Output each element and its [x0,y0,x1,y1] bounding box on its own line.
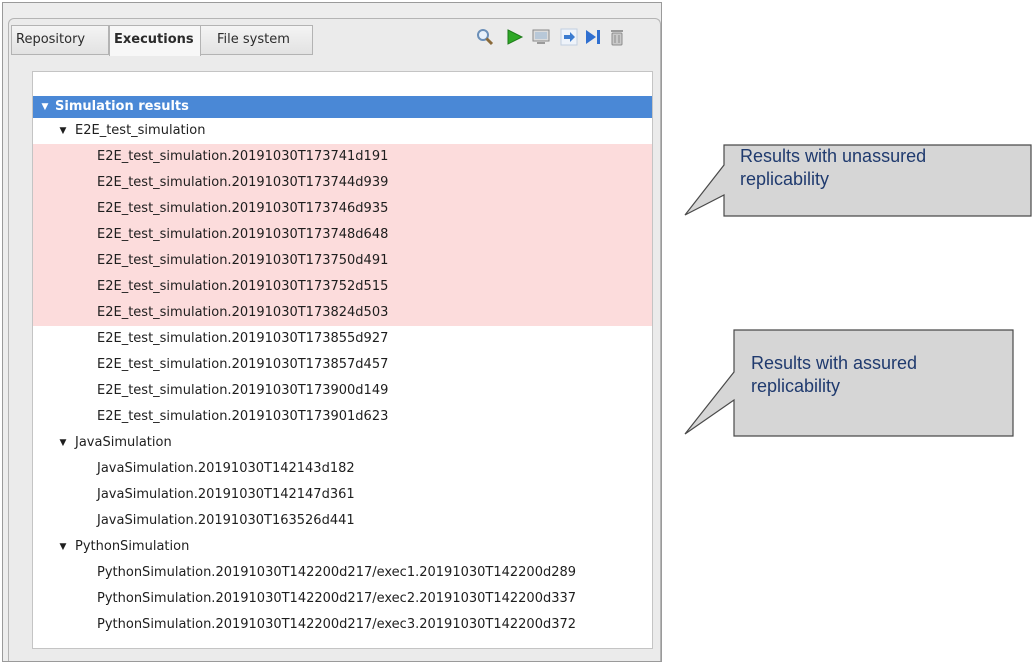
tree-item-label: E2E_test_simulation.20191030T173744d939 [97,175,389,190]
tree-item[interactable]: E2E_test_simulation.20191030T173746d935 [33,196,652,222]
tree-item-label: E2E_test_simulation.20191030T173857d457 [97,357,389,372]
chevron-down-icon[interactable]: ▼ [57,118,69,144]
tree-item-label: E2E_test_simulation.20191030T173855d927 [97,331,389,346]
tab-repository-label: Repository [16,32,86,47]
tree-item[interactable]: E2E_test_simulation.20191030T173741d191 [33,144,652,170]
results-tree: ▼ Simulation results ▼ E2E_test_simulation E… [32,71,653,649]
tree-item[interactable]: PythonSimulation.20191030T142200d217/exe… [33,586,652,612]
run-icon[interactable] [505,27,525,47]
chevron-down-icon[interactable]: ▼ [57,534,69,560]
callout-unassured-line2: replicability [740,169,830,189]
tree-item[interactable]: JavaSimulation.20191030T163526d441 [33,508,652,534]
tree-item[interactable]: E2E_test_simulation.20191030T173750d491 [33,248,652,274]
trash-icon[interactable] [607,27,627,47]
step-next-icon[interactable] [583,27,603,47]
callout-unassured-text: Results with unassured replicability [740,145,926,191]
tree-item[interactable]: JavaSimulation.20191030T142147d361 [33,482,652,508]
tree-item[interactable]: E2E_test_simulation.20191030T173900d149 [33,378,652,404]
tree-item-label: E2E_test_simulation.20191030T173900d149 [97,383,389,398]
search-icon[interactable] [475,27,495,47]
tree-item-label: E2E_test_simulation.20191030T173741d191 [97,149,389,164]
tree-root-label: Simulation results [55,99,189,114]
tree-group[interactable]: ▼ E2E_test_simulation [33,118,652,144]
executions-panel: Repository Executions File system ▼ Simu… [2,2,662,662]
chevron-down-icon[interactable]: ▼ [57,430,69,456]
tree-item[interactable]: E2E_test_simulation.20191030T173857d457 [33,352,652,378]
chevron-down-icon[interactable]: ▼ [39,96,51,118]
tree-item-label: E2E_test_simulation.20191030T173746d935 [97,201,389,216]
tree-item[interactable]: JavaSimulation.20191030T142143d182 [33,456,652,482]
tree-group[interactable]: ▼ JavaSimulation [33,430,652,456]
tab-file-system-label: File system [217,32,290,47]
tree-item[interactable]: E2E_test_simulation.20191030T173744d939 [33,170,652,196]
tree-item-label: E2E_test_simulation.20191030T173901d623 [97,409,389,424]
callout-unassured-line1: Results with unassured [740,146,927,166]
tree-item[interactable]: E2E_test_simulation.20191030T173752d515 [33,274,652,300]
tree-root-simulation-results[interactable]: ▼ Simulation results [33,96,652,118]
tree-group-label: E2E_test_simulation [75,123,206,138]
tree-item-label: E2E_test_simulation.20191030T173824d503 [97,305,389,320]
tab-executions[interactable]: Executions [109,25,201,56]
tree-top-spacer [33,72,652,96]
callout-assured-text: Results with assured replicability [751,352,917,398]
step-into-icon[interactable] [559,27,579,47]
tree-group[interactable]: ▼ PythonSimulation [33,534,652,560]
tree-item[interactable]: PythonSimulation.20191030T142200d217/exe… [33,560,652,586]
tree-item[interactable]: E2E_test_simulation.20191030T173855d927 [33,326,652,352]
tab-file-system[interactable]: File system [201,25,313,55]
tree-item-label: JavaSimulation.20191030T142143d182 [97,461,355,476]
tree-item[interactable]: E2E_test_simulation.20191030T173824d503 [33,300,652,326]
tab-repository[interactable]: Repository [11,25,109,55]
tree-item[interactable]: PythonSimulation.20191030T142200d217/exe… [33,612,652,638]
tab-executions-label: Executions [114,32,194,47]
tree-item-label: E2E_test_simulation.20191030T173752d515 [97,279,389,294]
tree-item[interactable]: E2E_test_simulation.20191030T173901d623 [33,404,652,430]
tree-item-label: E2E_test_simulation.20191030T173748d648 [97,227,389,242]
tree-item-label: PythonSimulation.20191030T142200d217/exe… [97,617,577,632]
tree-item[interactable]: E2E_test_simulation.20191030T173748d648 [33,222,652,248]
tree-item-label: PythonSimulation.20191030T142200d217/exe… [97,565,577,580]
tree-group-label: PythonSimulation [75,539,190,554]
tree-group-label: JavaSimulation [75,435,172,450]
callout-assured-line2: replicability [751,376,841,396]
tree-item-label: JavaSimulation.20191030T163526d441 [97,513,355,528]
callout-unassured: Results with unassured replicability [684,144,1032,220]
tree-item-label: E2E_test_simulation.20191030T173750d491 [97,253,389,268]
tree-item-label: PythonSimulation.20191030T142200d217/exe… [97,591,577,606]
tree-rows: ▼ Simulation results ▼ E2E_test_simulation E… [33,96,652,638]
tree-item-label: JavaSimulation.20191030T142147d361 [97,487,355,502]
callout-assured-line1: Results with assured [751,353,918,373]
monitor-icon[interactable] [531,27,551,47]
callout-assured: Results with assured replicability [684,329,1014,437]
